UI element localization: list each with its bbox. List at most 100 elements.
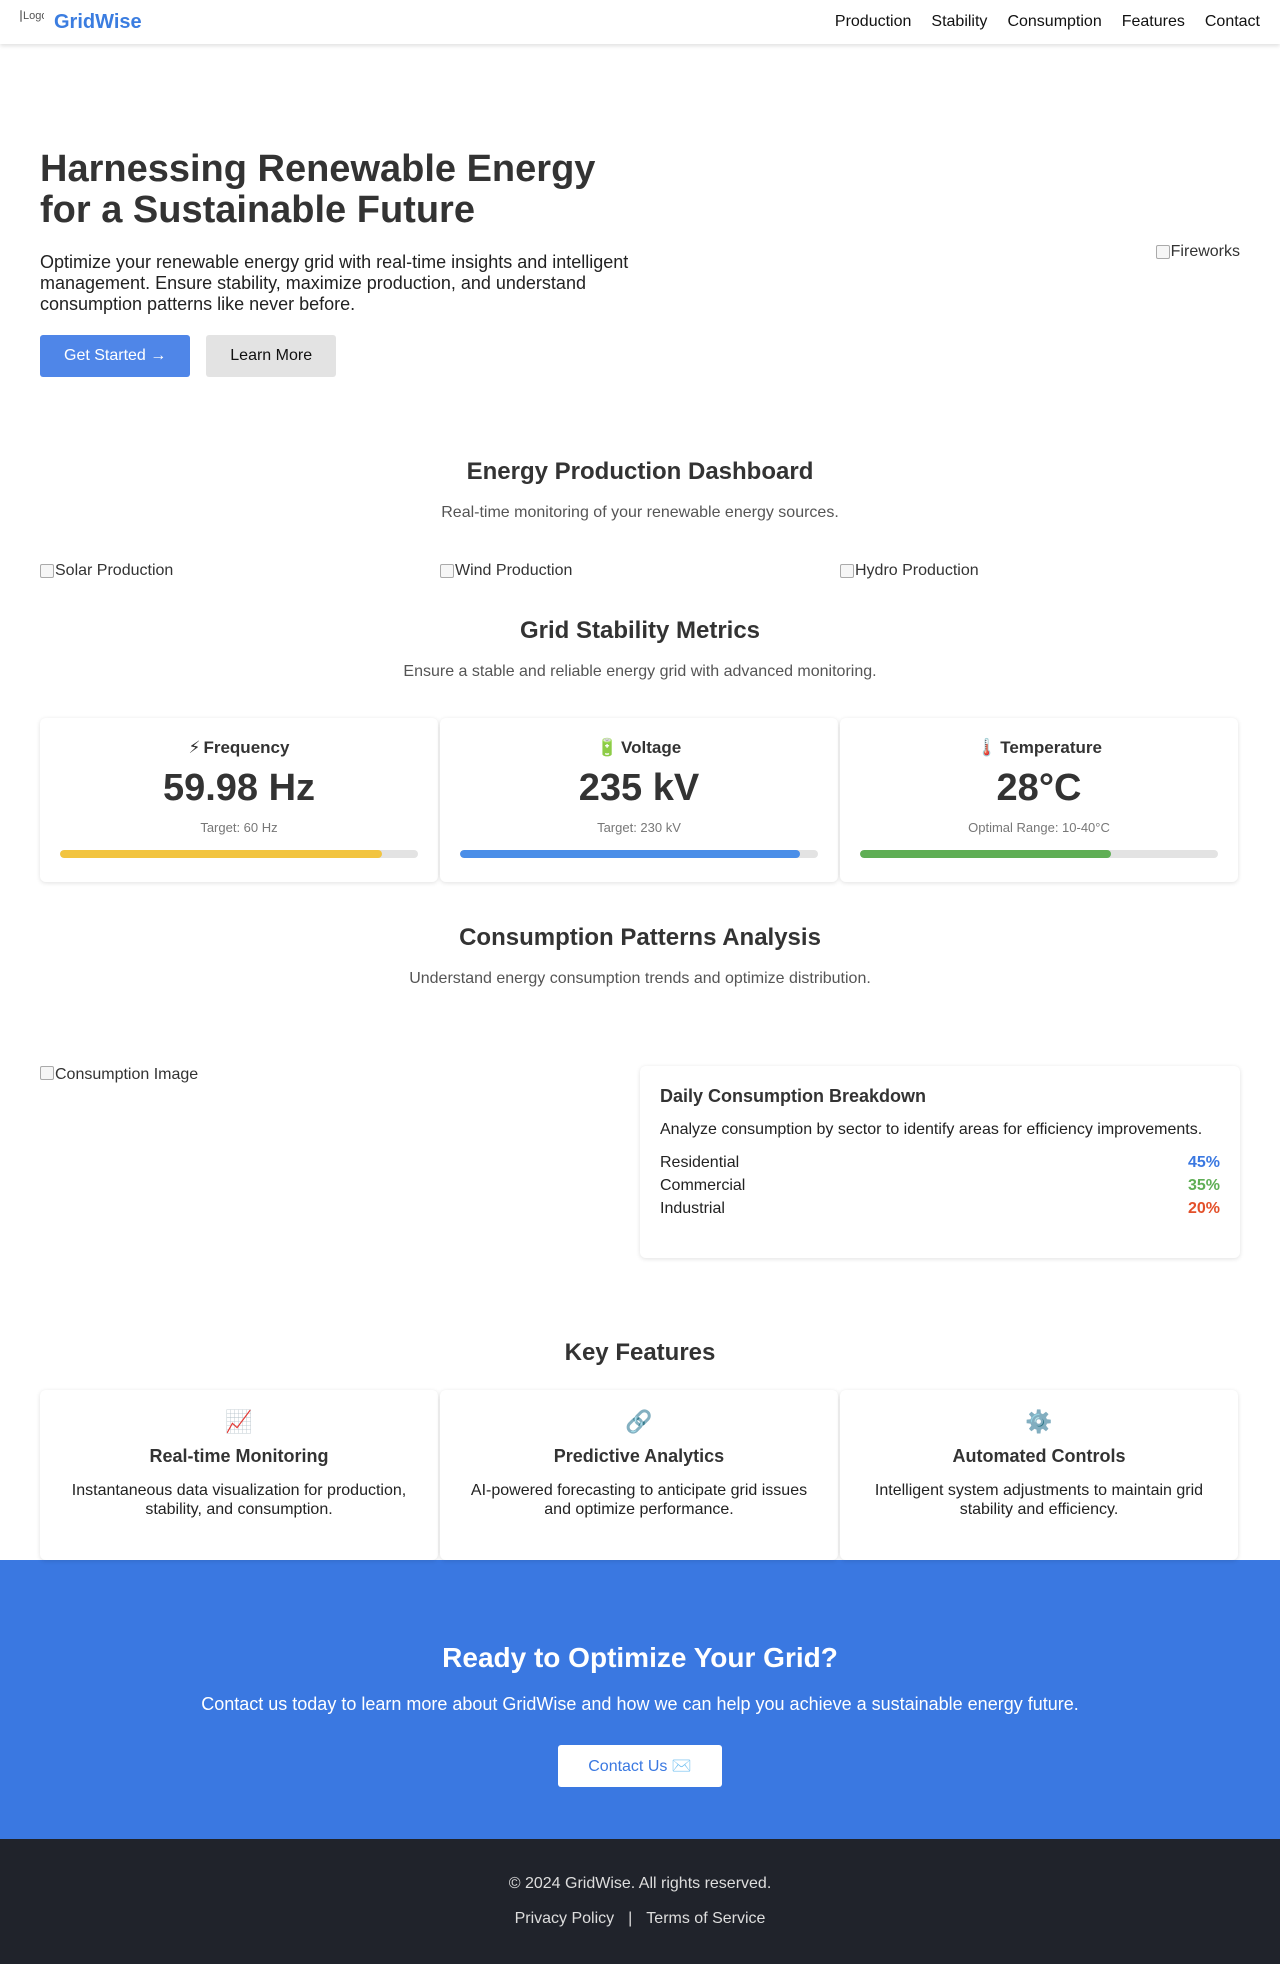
- features-title: Key Features: [564, 1339, 716, 1366]
- row-value: 20%: [1187, 1200, 1220, 1217]
- terms-of-service-link[interactable]: Terms of Service: [646, 1910, 765, 1928]
- consumption-subtitle: Understand energy consumption trends and…: [409, 970, 871, 987]
- broken-image-icon: [40, 1066, 54, 1080]
- consumption-image: Consumption Image: [40, 1066, 198, 1086]
- nav-links: Production Stability Consumption Feature…: [835, 13, 1260, 31]
- stability-title: Grid Stability Metrics: [519, 617, 761, 644]
- production-title: Energy Production Dashboard: [466, 458, 814, 485]
- logo-alt-text: Logo: [23, 10, 44, 22]
- breakdown-title: Daily Consumption Breakdown: [660, 1086, 927, 1106]
- breakdown-row-residential: Residential 45%: [660, 1151, 1220, 1174]
- wind-production-image: Wind Production: [440, 562, 840, 580]
- hero-title: Harnessing Renewable Energy for a Sustai…: [40, 148, 596, 231]
- metric-value: 59.98 Hz: [162, 767, 316, 809]
- gear-icon: ⚙️: [1025, 1409, 1053, 1434]
- metric-label: Temperature: [1000, 738, 1102, 757]
- consumption-body: Consumption Image Daily Consumption Brea…: [0, 1066, 1280, 1258]
- cta-subtitle: Contact us today to learn more about Gri…: [201, 1694, 1079, 1714]
- feature-cards: 📈 Real-time Monitoring Instantaneous dat…: [0, 1390, 1280, 1560]
- breakdown-row-industrial: Industrial 20%: [660, 1197, 1220, 1220]
- nav-link-stability[interactable]: Stability: [931, 13, 987, 31]
- contact-us-button[interactable]: Contact Us ✉️: [558, 1745, 722, 1787]
- stability-subtitle: Ensure a stable and reliable energy grid…: [403, 663, 877, 680]
- metric-target: Target: 230 kV: [597, 820, 681, 835]
- image-alt-text: Hydro Production: [855, 562, 979, 579]
- broken-image-icon: [20, 10, 22, 22]
- feature-description: AI-powered forecasting to anticipate gri…: [470, 1482, 808, 1518]
- hydro-production-image: Hydro Production: [840, 562, 1240, 580]
- metric-target: Target: 60 Hz: [200, 820, 278, 835]
- row-value: 35%: [1187, 1177, 1220, 1194]
- features-section: Key Features 📈 Real-time Monitoring Inst…: [0, 1258, 1280, 1560]
- image-alt-text: Wind Production: [455, 562, 573, 579]
- nav-link-consumption[interactable]: Consumption: [1007, 13, 1101, 31]
- learn-more-button[interactable]: Learn More: [206, 335, 337, 377]
- consumption-title: Consumption Patterns Analysis: [459, 924, 821, 951]
- image-alt-text: Consumption Image: [55, 1066, 199, 1083]
- feature-description: Instantaneous data visualization for pro…: [71, 1482, 407, 1518]
- footer-links: Privacy Policy | Terms of Service: [0, 1910, 1280, 1928]
- breakdown-list: Residential 45% Commercial 35% Industrial 2…: [660, 1151, 1220, 1220]
- metric-progress-bar: [460, 850, 818, 858]
- stability-section: Grid Stability Metrics Ensure a stable a…: [0, 580, 1280, 882]
- logo-image: Logo: [20, 10, 44, 34]
- row-label: Industrial: [660, 1200, 725, 1217]
- image-alt-text: Solar Production: [55, 562, 174, 579]
- production-section: Energy Production Dashboard Real-time mo…: [0, 366, 1280, 580]
- nav-link-production[interactable]: Production: [835, 13, 912, 31]
- breakdown-description: Analyze consumption by sector to identif…: [660, 1121, 1203, 1138]
- footer-copyright: © 2024 GridWise. All rights reserved.: [508, 1875, 772, 1892]
- metric-cards: ⚡ Frequency 59.98 Hz Target: 60 Hz 🔋 Volta…: [0, 718, 1280, 882]
- privacy-policy-link[interactable]: Privacy Policy: [515, 1910, 615, 1928]
- production-subtitle: Real-time monitoring of your renewable e…: [441, 504, 839, 521]
- consumption-breakdown-card: Daily Consumption Breakdown Analyze cons…: [640, 1066, 1240, 1258]
- metric-progress-bar: [860, 850, 1218, 858]
- broken-image-icon: [1155, 245, 1170, 259]
- nav-link-features[interactable]: Features: [1122, 13, 1185, 31]
- cta-title: Ready to Optimize Your Grid?: [442, 1642, 838, 1673]
- row-value: 45%: [1187, 1154, 1220, 1171]
- hero-section: Harnessing Renewable Energy for a Sustai…: [0, 44, 1280, 377]
- metric-card-voltage: 🔋 Voltage 235 kV Target: 230 kV: [440, 718, 838, 882]
- feature-title: Automated Controls: [952, 1446, 1126, 1466]
- broken-image-icon: [440, 564, 454, 578]
- production-images: Solar Production Wind Production Hydro P…: [0, 562, 1280, 580]
- solar-production-image: Solar Production: [40, 562, 440, 580]
- link-icon: 🔗: [625, 1409, 653, 1434]
- row-label: Commercial: [660, 1177, 746, 1194]
- breakdown-row-commercial: Commercial 35%: [660, 1174, 1220, 1197]
- feature-card-controls: ⚙️ Automated Controls Intelligent system…: [840, 1390, 1238, 1560]
- hero-image: Fireworks: [1155, 243, 1240, 261]
- hero-image-alt: Fireworks: [1170, 243, 1240, 260]
- brand[interactable]: Logo GridWise: [20, 10, 142, 34]
- broken-image-icon: [840, 564, 854, 578]
- feature-title: Real-time Monitoring: [149, 1446, 329, 1466]
- consumption-section: Consumption Patterns Analysis Understand…: [0, 882, 1280, 1258]
- brand-name[interactable]: GridWise: [54, 11, 142, 34]
- progress-fill: [60, 850, 383, 858]
- hero-buttons: Get Started → Learn More: [40, 335, 650, 377]
- metric-card-temperature: 🌡️ Temperature 28°C Optimal Range: 10-40°…: [840, 718, 1238, 882]
- hero-text: Harnessing Renewable Energy for a Sustai…: [40, 149, 650, 377]
- metric-label: Voltage: [621, 738, 682, 757]
- battery-icon: 🔋: [596, 738, 619, 757]
- footer: © 2024 GridWise. All rights reserved. Pr…: [0, 1839, 1280, 1964]
- lightning-icon: ⚡: [188, 738, 201, 757]
- metric-value: 28°C: [996, 767, 1082, 809]
- feature-title: Predictive Analytics: [553, 1446, 725, 1466]
- metric-name: 🌡️ Temperature: [860, 738, 1218, 758]
- feature-card-monitoring: 📈 Real-time Monitoring Instantaneous dat…: [40, 1390, 438, 1560]
- footer-separator: |: [628, 1910, 633, 1927]
- nav-link-contact[interactable]: Contact: [1205, 13, 1260, 31]
- metric-label: Frequency: [203, 738, 290, 757]
- get-started-button[interactable]: Get Started →: [40, 335, 191, 377]
- progress-fill: [860, 850, 1111, 858]
- feature-description: Intelligent system adjustments to mainta…: [874, 1482, 1204, 1518]
- broken-image-icon: [40, 564, 54, 578]
- chart-increasing-icon: 📈: [225, 1409, 253, 1434]
- metric-progress-bar: [60, 850, 418, 858]
- feature-card-analytics: 🔗 Predictive Analytics AI-powered foreca…: [440, 1390, 838, 1560]
- row-label: Residential: [660, 1154, 740, 1171]
- navbar: Logo GridWise Production Stability Consu…: [0, 0, 1280, 44]
- metric-value: 235 kV: [578, 767, 700, 809]
